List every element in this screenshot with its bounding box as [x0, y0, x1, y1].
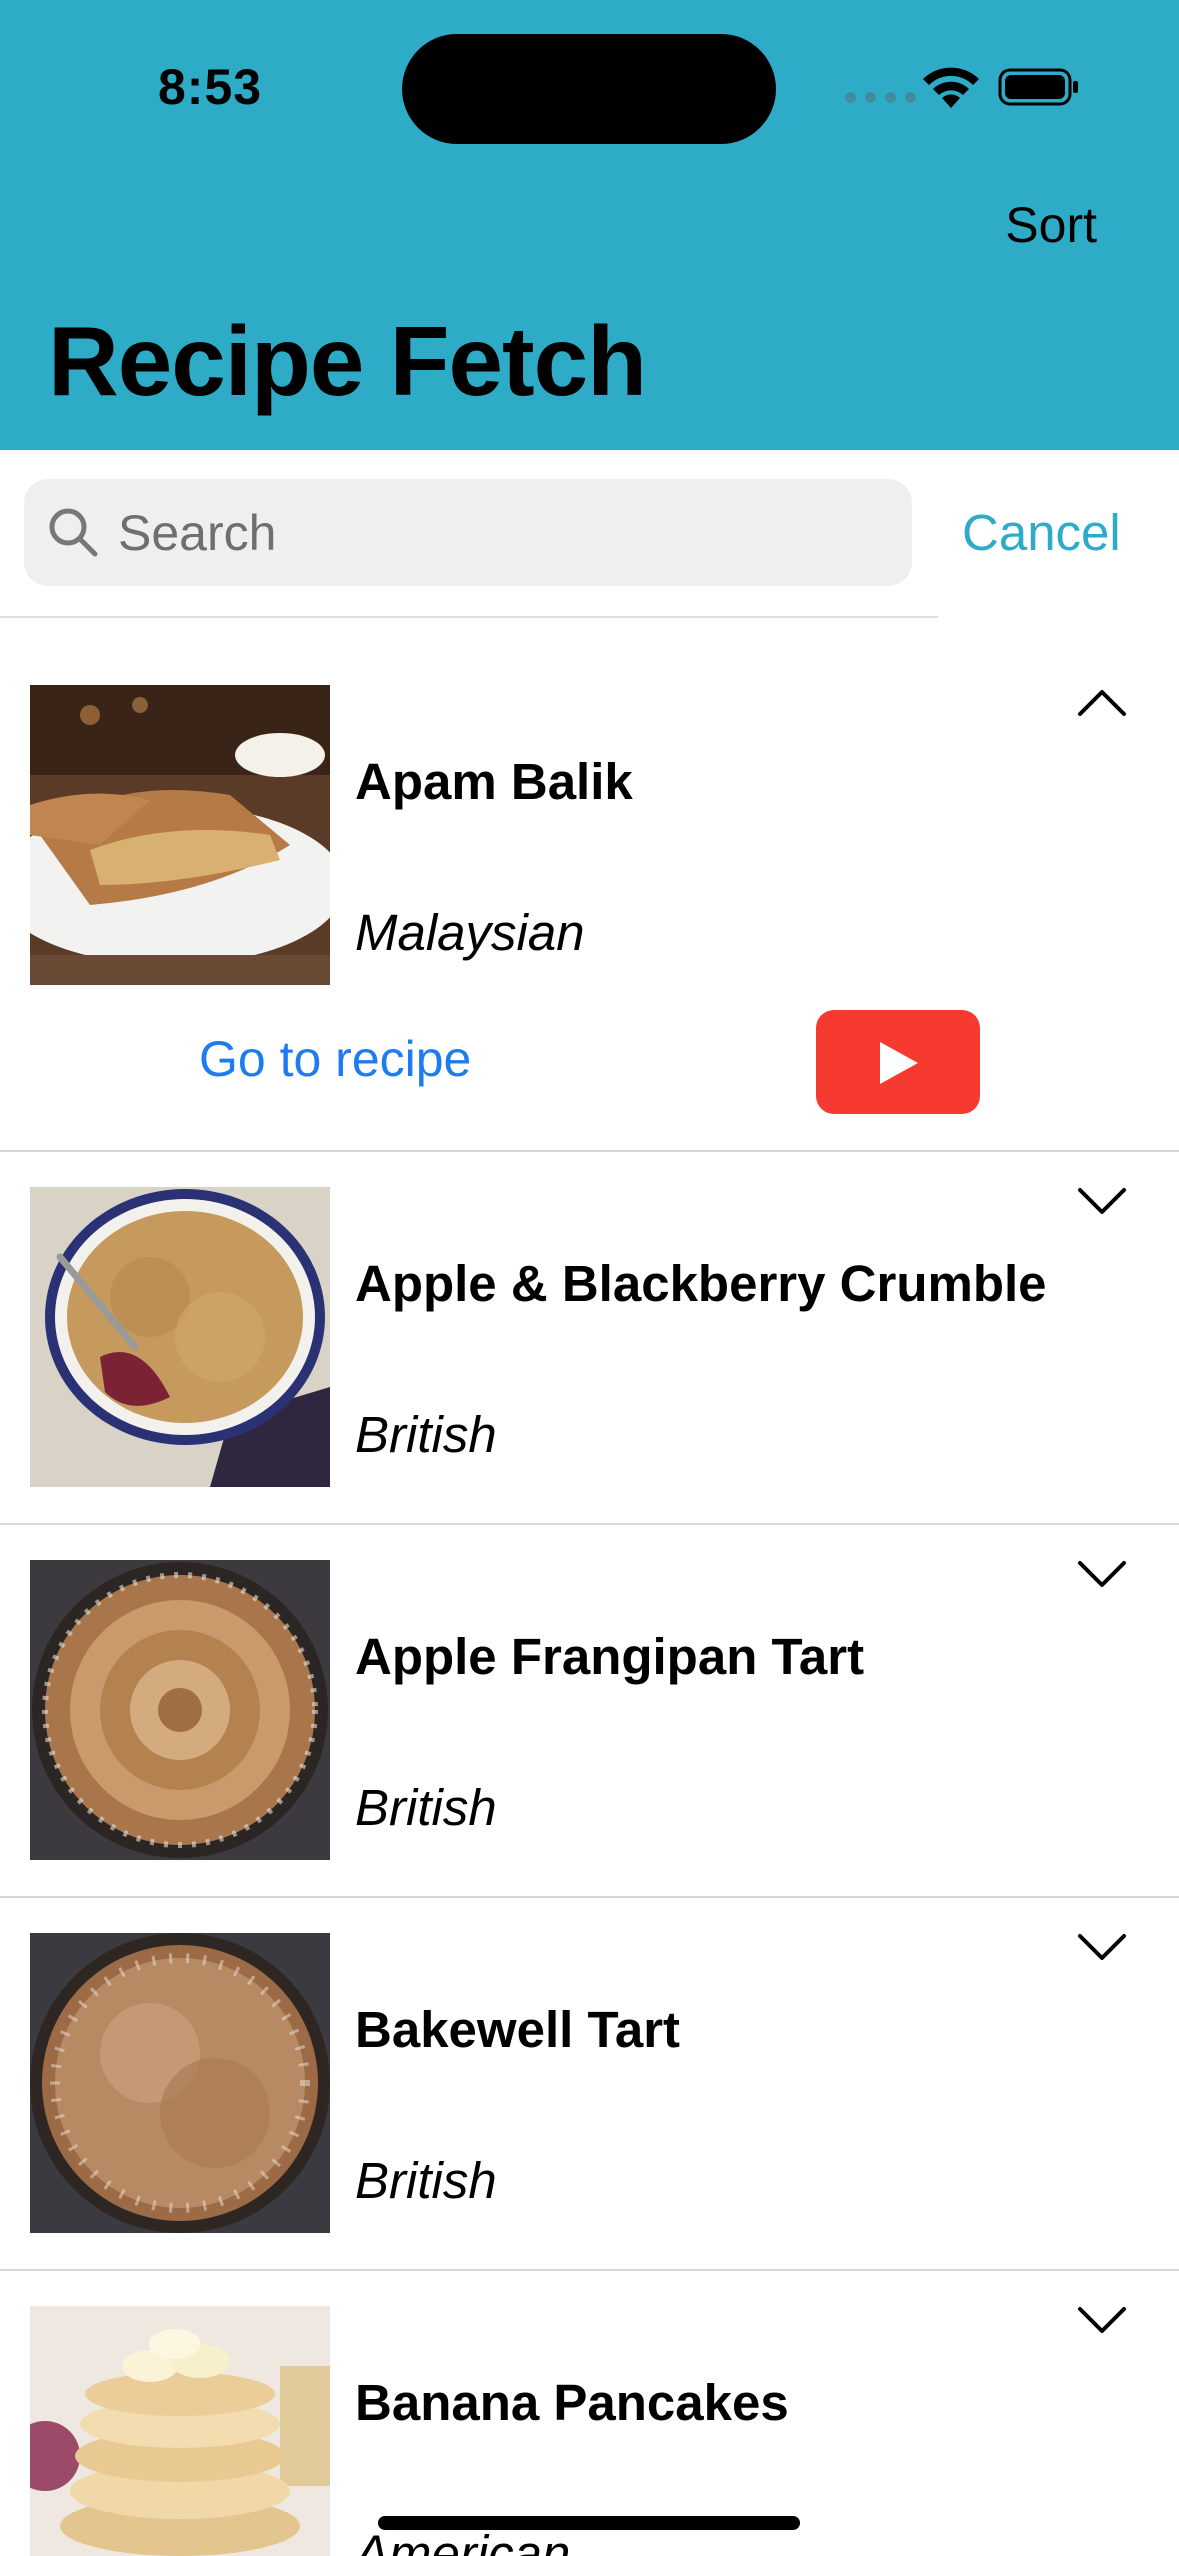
page-title: Recipe Fetch	[48, 306, 647, 416]
navigation-header: 8:53 Sort Recipe Fetch	[0, 0, 1179, 450]
recipe-name: Apple & Blackberry Crumble	[355, 1255, 1047, 1312]
search-input[interactable]	[118, 479, 878, 586]
cellular-signal-icon	[845, 92, 916, 103]
divider	[0, 1896, 1179, 1898]
recipe-image-apple-frangipan-tart	[30, 1560, 330, 1860]
recipe-name: Banana Pancakes	[355, 2374, 789, 2431]
wifi-icon	[923, 67, 979, 108]
recipe-name: Bakewell Tart	[355, 2001, 681, 2058]
chevron-down-icon[interactable]	[1076, 1559, 1128, 1591]
recipe-cuisine: British	[355, 1779, 497, 1836]
dynamic-island	[402, 34, 776, 144]
recipe-image-banana-pancakes	[30, 2306, 330, 2556]
chevron-down-icon[interactable]	[1076, 2305, 1128, 2337]
search-icon	[49, 508, 98, 557]
recipe-image-apam-balik	[30, 685, 330, 985]
divider	[0, 616, 938, 618]
sort-button[interactable]: Sort	[1005, 196, 1097, 254]
recipe-image-bakewell-tart	[30, 1933, 330, 2233]
youtube-play-icon	[880, 1042, 918, 1084]
recipe-cuisine: British	[355, 1406, 497, 1463]
recipe-cuisine: British	[355, 2152, 497, 2209]
recipe-name: Apple Frangipan Tart	[355, 1628, 865, 1685]
recipe-image-apple-blackberry-crumble	[30, 1187, 330, 1487]
status-time: 8:53	[158, 59, 263, 115]
youtube-button[interactable]	[816, 1010, 980, 1114]
search-bar[interactable]	[24, 479, 912, 586]
chevron-down-icon[interactable]	[1076, 1186, 1128, 1218]
divider	[0, 1523, 1179, 1525]
home-indicator[interactable]	[378, 2516, 800, 2530]
divider	[0, 2269, 1179, 2271]
divider	[0, 1150, 1179, 1152]
go-to-recipe-link[interactable]: Go to recipe	[199, 1030, 471, 1088]
chevron-down-icon[interactable]	[1076, 1932, 1128, 1964]
recipe-cuisine: Malaysian	[355, 904, 585, 961]
chevron-up-icon[interactable]	[1076, 686, 1128, 718]
cancel-button[interactable]: Cancel	[962, 503, 1121, 562]
recipe-name: Apam Balik	[355, 753, 633, 810]
battery-icon	[998, 68, 1078, 106]
